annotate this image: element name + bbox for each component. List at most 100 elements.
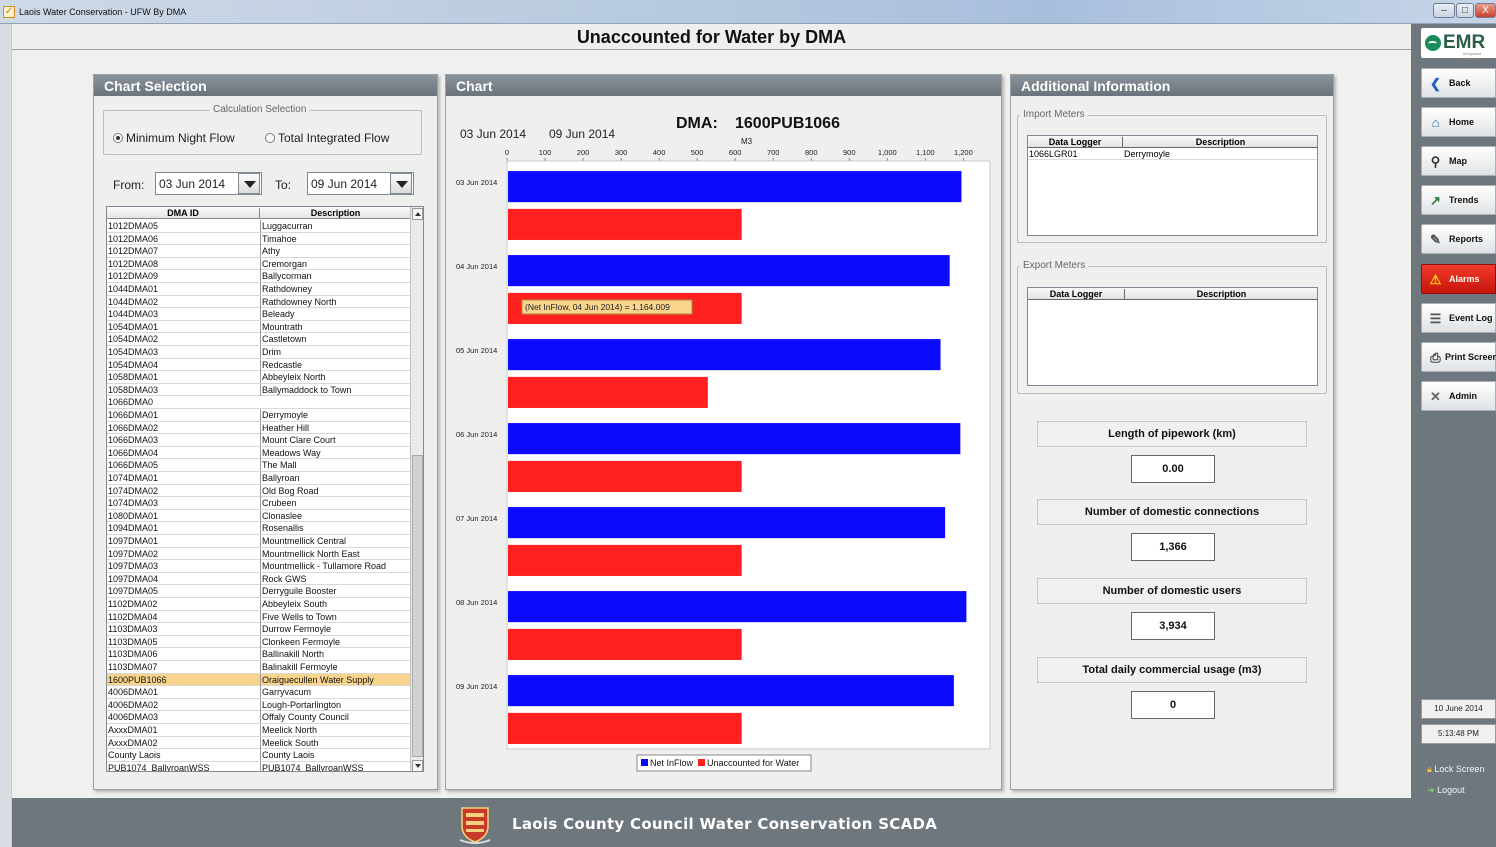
pipework-length-value: 0.00 xyxy=(1131,455,1215,483)
table-row[interactable]: 1066DMA03 Mount Clare Court xyxy=(107,434,411,447)
dma-description-cell: Redcastle xyxy=(260,358,410,371)
net-inflow-bar[interactable] xyxy=(508,339,941,371)
table-row[interactable]: 1103DMA07 Balinakill Fermoyle xyxy=(107,661,411,674)
net-inflow-bar[interactable] xyxy=(508,675,954,707)
x-tick-label: 0 xyxy=(505,148,509,157)
net-inflow-bar[interactable] xyxy=(508,507,946,539)
minimize-button[interactable]: – xyxy=(1433,3,1455,18)
table-row[interactable]: 1102DMA04 Five Wells to Town xyxy=(107,610,411,624)
table-row[interactable]: 1103DMA03 Durrow Fermoyle xyxy=(107,623,411,636)
table-row[interactable]: County Laois County Laois xyxy=(107,749,411,762)
home-button[interactable]: ⌂ Home xyxy=(1421,107,1496,137)
table-row[interactable]: 1054DMA01 Mountrath xyxy=(107,320,411,334)
event-log-button-label: Event Log xyxy=(1449,313,1493,323)
table-row[interactable]: 1097DMA05 Derryguile Booster xyxy=(107,585,411,598)
table-row[interactable]: 1074DMA02 Old Bog Road xyxy=(107,484,411,498)
window-title: Laois Water Conservation - UFW By DMA xyxy=(19,7,187,17)
table-row[interactable]: 1058DMA01 Abbeyleix North xyxy=(107,371,411,384)
unaccounted-water-bar[interactable] xyxy=(508,208,742,240)
table-row[interactable]: 1058DMA03 Ballymaddock to Town xyxy=(107,383,411,397)
table-row[interactable]: 1066DMA05 The Mall xyxy=(107,459,411,472)
back-button[interactable]: ❮ Back xyxy=(1421,68,1496,98)
map-button[interactable]: ⚲ Map xyxy=(1421,146,1496,176)
reports-button[interactable]: ✎ Reports xyxy=(1421,224,1496,254)
table-row[interactable]: 1066LGR01 Derrymoyle xyxy=(1028,149,1317,160)
table-row[interactable]: 1044DMA01 Rathdowney xyxy=(107,283,411,296)
table-row[interactable]: 1012DMA05 Luggacurran xyxy=(107,220,411,233)
table-row[interactable]: 1074DMA01 Ballyroan xyxy=(107,472,411,485)
table-row[interactable]: AxxxDMA02 Meelick South xyxy=(107,736,411,750)
dma-id-cell: 1066DMA04 xyxy=(108,447,159,458)
table-row[interactable]: 1080DMA01 Clonaslee xyxy=(107,509,411,523)
trends-button[interactable]: ↗ Trends xyxy=(1421,185,1496,215)
admin-button[interactable]: ✕ Admin xyxy=(1421,381,1496,411)
table-row[interactable]: 1066DMA01 Derrymoyle xyxy=(107,409,411,422)
unaccounted-water-bar[interactable] xyxy=(508,712,742,744)
net-inflow-bar[interactable] xyxy=(508,591,967,623)
table-row[interactable]: 1012DMA08 Cremorgan xyxy=(107,257,411,271)
table-row[interactable]: 1102DMA02 Abbeyleix South xyxy=(107,598,411,611)
radio-minimum-night-flow[interactable]: Minimum Night Flow xyxy=(113,131,235,145)
print-screen-button[interactable]: ⎙ Print Screen xyxy=(1421,342,1496,372)
table-row[interactable]: 1054DMA02 Castletown xyxy=(107,333,411,346)
dma-description-cell: Oraiguecullen Water Supply xyxy=(260,673,410,686)
event-log-button[interactable]: ☰ Event Log xyxy=(1421,303,1496,333)
table-row[interactable]: 1054DMA04 Redcastle xyxy=(107,358,411,372)
table-row[interactable]: 1097DMA02 Mountmellick North East xyxy=(107,547,411,561)
column-header-data-logger[interactable]: Data Logger xyxy=(1028,289,1124,299)
table-row[interactable]: 1097DMA03 Mountmellick - Tullamore Road xyxy=(107,560,411,573)
lock-screen-link[interactable]: 🔒︎ Lock Screen xyxy=(1427,764,1484,775)
net-inflow-bar[interactable] xyxy=(508,255,950,287)
table-row[interactable]: 1066DMA04 Meadows Way xyxy=(107,446,411,460)
table-row[interactable]: 1066DMA02 Heather Hill xyxy=(107,421,411,435)
table-row[interactable]: 1600PUB1066 Oraiguecullen Water Supply xyxy=(107,673,411,687)
table-row[interactable]: 1044DMA03 Beleady xyxy=(107,308,411,321)
radio-selected-indicator[interactable] xyxy=(113,133,123,143)
plot-area xyxy=(506,160,991,750)
table-row[interactable]: 1103DMA06 Ballinakill North xyxy=(107,648,411,661)
table-row[interactable]: 4006DMA02 Lough-Portarlington xyxy=(107,698,411,712)
unaccounted-water-bar[interactable] xyxy=(508,628,742,660)
radio-unselected-indicator[interactable] xyxy=(265,133,275,143)
table-row[interactable]: 1097DMA01 Mountmellick Central xyxy=(107,535,411,548)
column-header-data-logger[interactable]: Data Logger xyxy=(1028,137,1122,147)
unaccounted-water-bar[interactable] xyxy=(508,376,708,408)
table-row[interactable]: 4006DMA03 Offaly County Council xyxy=(107,711,411,724)
column-header-dma-id[interactable]: DMA ID xyxy=(107,208,259,218)
scroll-thumb[interactable] xyxy=(412,455,423,757)
scroll-up-arrow-icon[interactable] xyxy=(412,208,423,220)
unaccounted-water-bar[interactable] xyxy=(508,460,742,492)
table-row[interactable]: 1074DMA03 Crubeen xyxy=(107,497,411,510)
table-row[interactable]: 4006DMA01 Garryvacum xyxy=(107,686,411,699)
unaccounted-water-bar[interactable] xyxy=(508,544,742,576)
table-row[interactable]: 1044DMA02 Rathdowney North xyxy=(107,295,411,309)
table-row[interactable]: 1066DMA0 xyxy=(107,396,411,409)
table-row[interactable]: 1012DMA07 Athy xyxy=(107,245,411,258)
table-row[interactable]: 1097DMA04 Rock GWS xyxy=(107,572,411,586)
maximize-button[interactable]: □ xyxy=(1456,3,1474,18)
dma-id-cell: 1097DMA03 xyxy=(108,561,159,572)
dma-table-scrollbar[interactable] xyxy=(410,207,423,771)
net-inflow-bar[interactable] xyxy=(508,171,962,203)
alarms-button[interactable]: ⚠ Alarms xyxy=(1421,264,1496,294)
column-header-description[interactable]: Description xyxy=(259,208,411,218)
net-inflow-bar[interactable] xyxy=(508,423,961,455)
from-date-dropdown-button[interactable] xyxy=(238,173,260,194)
logout-link[interactable]: ➜ Logout xyxy=(1427,785,1465,796)
scroll-down-arrow-icon[interactable] xyxy=(412,760,423,771)
dma-id-cell: 1103DMA03 xyxy=(108,624,158,635)
close-button[interactable]: X xyxy=(1475,3,1496,18)
column-header-description[interactable]: Description xyxy=(1122,137,1318,147)
table-row[interactable]: 1054DMA03 Drim xyxy=(107,346,411,359)
table-row[interactable]: 1094DMA01 Rosenallis xyxy=(107,522,411,535)
table-row[interactable]: 1103DMA05 Clonkeen Fermoyle xyxy=(107,635,411,649)
table-row[interactable]: 1012DMA09 Ballycorman xyxy=(107,270,411,283)
chart-selection-panel: Chart Selection Calculation Selection Mi… xyxy=(93,74,438,790)
table-row[interactable]: AxxxDMA01 Meelick North xyxy=(107,724,411,737)
radio-total-integrated-flow[interactable]: Total Integrated Flow xyxy=(265,131,389,145)
dma-description-cell: Old Bog Road xyxy=(260,484,410,497)
column-header-description[interactable]: Description xyxy=(1124,289,1318,299)
to-date-dropdown-button[interactable] xyxy=(390,173,412,194)
table-row[interactable]: PUB1074_BallyroanWSS PUB1074_BallyroanWSS xyxy=(107,761,411,771)
table-row[interactable]: 1012DMA06 Timahoe xyxy=(107,232,411,246)
